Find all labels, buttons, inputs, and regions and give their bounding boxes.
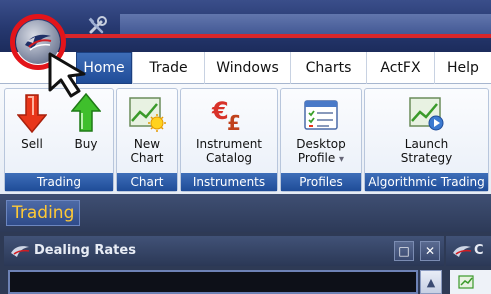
restore-button[interactable]: □	[394, 241, 414, 261]
tools-icon	[88, 16, 107, 34]
launch-strategy-line2: Strategy	[400, 151, 453, 165]
sell-button[interactable]: Sell	[5, 89, 59, 173]
title-bar-accent-line	[64, 34, 491, 38]
group-label-chart: Chart	[117, 173, 177, 191]
sell-label: Sell	[21, 137, 43, 151]
new-chart-label-line1: New	[133, 137, 161, 151]
ribbon-group-algorithmic-trading: Launch Strategy Algorithmic Trading	[364, 88, 489, 192]
group-label-instruments: Instruments	[181, 173, 277, 191]
dealing-rates-content	[8, 270, 418, 294]
scrollbar-up-button[interactable]: ▲	[420, 270, 442, 294]
desktop-profile-line1: Desktop	[296, 137, 346, 151]
app-logo-icon	[11, 246, 30, 257]
new-chart-button[interactable]: New Chart	[117, 89, 177, 173]
chevron-down-icon: ▾	[339, 154, 345, 165]
chart-sun-icon	[129, 97, 166, 132]
instrument-catalog-button[interactable]: € £ Instrument Catalog	[181, 89, 277, 173]
desktop-profile-button[interactable]: Desktop Profile ▾	[281, 89, 361, 173]
app-logo-icon	[453, 246, 472, 257]
chevron-up-icon: ▲	[426, 275, 436, 289]
instrument-catalog-label: Instrument Catalog	[196, 137, 262, 165]
instrument-catalog-line1: Instrument	[195, 137, 263, 151]
chart-icon	[458, 275, 474, 289]
svg-text:£: £	[227, 111, 241, 133]
quick-access-tools-button[interactable]	[82, 14, 112, 38]
instrument-catalog-line2: Catalog	[205, 151, 253, 165]
group-label-profiles: Profiles	[281, 173, 361, 191]
buy-label: Buy	[74, 137, 98, 151]
ribbon-group-instruments: € £ Instrument Catalog Instruments	[180, 88, 278, 192]
close-icon: ✕	[424, 244, 436, 258]
right-panel-content	[450, 270, 491, 294]
workspace-tab-trading[interactable]: Trading	[6, 200, 81, 226]
dealing-rates-title: Dealing Rates	[34, 243, 136, 258]
tab-trade[interactable]: Trade	[132, 52, 204, 84]
ribbon-group-trading: Sell Buy Trading	[4, 88, 114, 192]
down-arrow-icon	[17, 94, 47, 133]
ribbon-group-chart: New Chart Chart	[116, 88, 178, 192]
checklist-icon	[304, 100, 338, 130]
group-label-trading: Trading	[5, 173, 113, 191]
restore-icon: □	[398, 244, 410, 258]
tab-help[interactable]: Help	[434, 52, 491, 84]
mouse-pointer-icon	[48, 52, 86, 98]
right-panel-title: C	[474, 243, 484, 258]
tab-charts[interactable]: Charts	[290, 52, 366, 84]
title-bar-highlight	[120, 14, 491, 34]
ribbon-group-profiles: Desktop Profile ▾ Profiles	[280, 88, 362, 192]
new-chart-label: New Chart	[131, 137, 164, 165]
chart-play-icon	[408, 97, 443, 131]
tab-windows[interactable]: Windows	[204, 52, 290, 84]
group-label-algorithmic-trading: Algorithmic Trading	[365, 173, 488, 191]
launch-strategy-button[interactable]: Launch Strategy	[365, 89, 488, 173]
currency-icon: € £	[211, 97, 241, 133]
new-chart-label-line2: Chart	[130, 151, 164, 165]
desktop-profile-label: Desktop Profile ▾	[296, 137, 346, 167]
buy-button[interactable]: Buy	[59, 89, 113, 173]
launch-strategy-label: Launch Strategy	[401, 137, 452, 165]
launch-strategy-line1: Launch	[404, 137, 449, 151]
tab-actfx[interactable]: ActFX	[366, 52, 434, 84]
desktop-profile-line2: Profile	[297, 151, 336, 165]
close-button[interactable]: ✕	[420, 241, 440, 261]
